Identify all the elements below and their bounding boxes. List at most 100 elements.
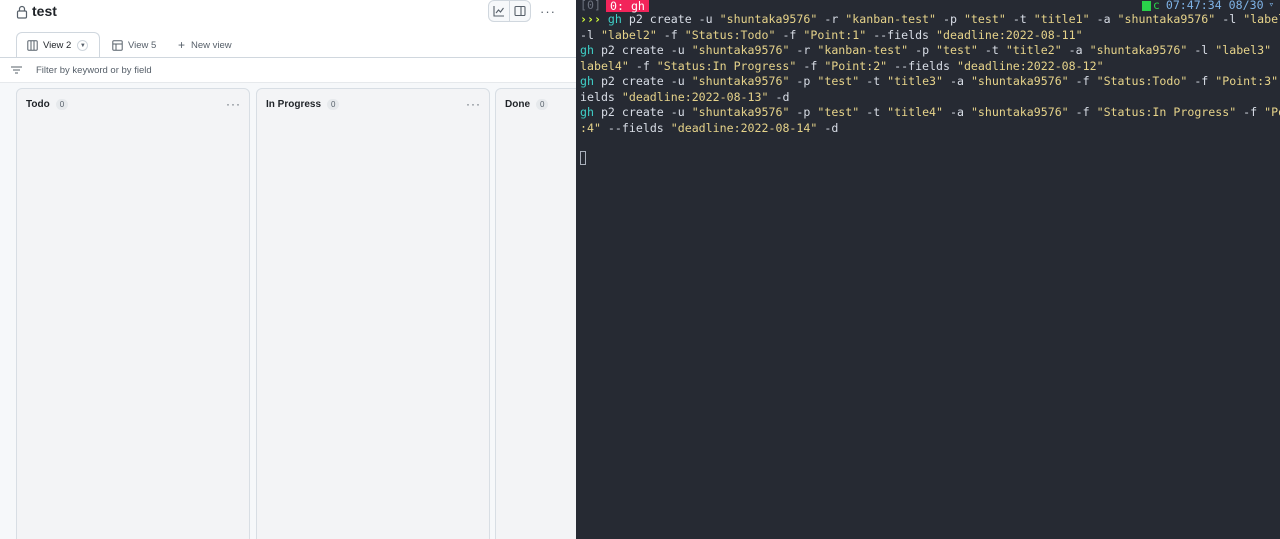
terminal-output: ››› gh p2 create -u "shuntaka9576" -r "k… — [580, 12, 1280, 136]
tab-view-2-label: View 2 — [43, 40, 72, 51]
side-panel-button[interactable] — [509, 0, 531, 22]
terminal-token: -f — [1068, 74, 1097, 88]
terminal-line: -l "label2" -f "Status:Todo" -f "Point:1… — [580, 28, 1280, 44]
terminal-token: -r — [789, 43, 818, 57]
lock-icon — [16, 5, 28, 19]
header-actions: ··· — [486, 0, 559, 22]
terminal-token: "Status:In Progress" — [1096, 105, 1237, 119]
terminal-token: --fields — [600, 120, 671, 135]
column-todo: Todo 0 ··· — [16, 88, 250, 539]
terminal-token: --fields — [866, 27, 937, 42]
project-title: test — [32, 3, 57, 19]
terminal-token: -a — [943, 74, 971, 88]
terminal-token: -p — [936, 12, 964, 26]
terminal-token: "Point:1" — [803, 27, 867, 42]
more-options-button[interactable]: ··· — [537, 0, 559, 22]
terminal-token: -l — [1215, 12, 1244, 26]
tab-view-2[interactable]: View 2 ▼ — [16, 32, 100, 58]
terminal-line: gh p2 create -u "shuntaka9576" -p "test"… — [580, 74, 1280, 90]
terminal-token: -f — [628, 58, 657, 73]
terminal-token: "Point:2" — [824, 58, 888, 73]
insights-button[interactable] — [488, 0, 510, 22]
new-view-label: New view — [191, 39, 232, 51]
terminal-token: "shuntaka9576" — [1117, 12, 1216, 26]
terminal-token: -p — [908, 43, 937, 57]
terminal-token: "test" — [817, 105, 860, 119]
terminal-token: "deadline:2022-08-12" — [956, 58, 1104, 73]
terminal-token: "test" — [817, 74, 860, 88]
filter-bar[interactable]: Filter by keyword or by field — [0, 58, 576, 82]
terminal-pane[interactable]: [0] 0: gh c 07:47:34 08/30 ▿ ››› gh p2 c… — [576, 0, 1280, 539]
terminal-token: -p — [789, 74, 818, 88]
column-menu-icon[interactable]: ··· — [226, 97, 241, 111]
terminal-token: -f — [1187, 74, 1216, 88]
terminal-token: --fields — [887, 58, 957, 73]
terminal-token: p2 create -u — [593, 43, 692, 57]
terminal-token: "test" — [936, 43, 978, 57]
terminal-token: p2 create -u — [621, 12, 720, 26]
battery-icon — [1141, 0, 1151, 11]
table-icon — [112, 39, 123, 51]
new-view-button[interactable]: + New view — [178, 32, 232, 58]
kebab-icon: ··· — [540, 3, 556, 19]
terminal-token: "kanban-test" — [845, 12, 937, 26]
terminal-token: "deadline:2022-08-14" — [670, 120, 818, 135]
terminal-token: -f — [775, 27, 804, 42]
terminal-token: label4" — [580, 58, 629, 73]
terminal-token: "shuntaka9576" — [719, 12, 818, 26]
terminal-token: "label3" — [1215, 43, 1272, 57]
terminal-line: ››› gh p2 create -u "shuntaka9576" -r "k… — [580, 12, 1280, 28]
terminal-token: -l " — [1271, 43, 1280, 57]
window-tab[interactable]: 0: gh — [606, 0, 649, 13]
terminal-token: "shuntaka9576" — [691, 43, 790, 57]
terminal-token: "Status:Todo" — [1096, 74, 1188, 88]
terminal-token: "shuntaka9576" — [691, 74, 790, 88]
chevron-down-icon[interactable]: ▼ — [77, 40, 89, 51]
column-header: Todo 0 — [26, 99, 69, 110]
column-menu-icon[interactable]: ··· — [466, 97, 481, 111]
terminal-token: "Point:3" — [1215, 74, 1279, 88]
terminal-token: "title2" — [1005, 43, 1062, 57]
terminal-token: "deadline:2022-08-13" — [621, 89, 769, 104]
terminal-token: "label1" — [1243, 12, 1280, 26]
terminal-token: -d — [817, 120, 839, 135]
project-header: test ··· — [0, 0, 576, 30]
terminal-cursor — [580, 151, 586, 165]
terminal-token: "shuntaka9576" — [970, 74, 1069, 88]
column-header: Done 0 — [505, 99, 549, 110]
column-done: Done 0 — [495, 88, 576, 539]
terminal-token: -a — [943, 105, 971, 119]
terminal-token: ields — [580, 89, 622, 104]
filter-input[interactable]: Filter by keyword or by field — [36, 65, 152, 76]
terminal-token: "label2" — [600, 27, 657, 42]
board-icon — [27, 40, 38, 51]
terminal-token: "Point — [1264, 105, 1280, 119]
column-title: In Progress — [266, 99, 322, 110]
column-count: 0 — [536, 99, 549, 110]
terminal-token: -l — [1187, 43, 1216, 57]
terminal-line: gh p2 create -u "shuntaka9576" -r "kanba… — [580, 43, 1280, 59]
terminal-token: "test" — [963, 12, 1006, 26]
terminal-line: label4" -f "Status:In Progress" -f "Poin… — [580, 59, 1280, 75]
terminal-token: p2 create -u — [593, 74, 692, 88]
view-tabs: View 2 ▼ View 5 + New view — [0, 32, 576, 58]
kanban-board: Todo 0 ··· In Progress 0 ··· Done 0 — [0, 83, 576, 539]
terminal-token: -p — [789, 105, 818, 119]
terminal-token: gh — [580, 105, 594, 119]
column-title: Done — [505, 99, 530, 110]
terminal-token: -t — [1005, 12, 1034, 26]
column-header: In Progress 0 — [266, 99, 340, 110]
tab-view-5-label: View 5 — [128, 39, 157, 51]
terminal-line: :4" --fields "deadline:2022-08-14" -d — [580, 121, 1280, 137]
terminal-token: "shuntaka9576" — [1089, 43, 1188, 57]
terminal-token: "Status:Todo" — [684, 27, 776, 42]
terminal-token: -a — [1089, 12, 1118, 26]
tab-view-5[interactable]: View 5 — [112, 32, 156, 58]
chart-icon — [493, 6, 504, 17]
terminal-token: -t — [859, 74, 888, 88]
terminal-token: "deadline:2022-08-11" — [936, 27, 1083, 42]
sidebar-icon — [514, 5, 526, 17]
terminal-token: gh — [607, 12, 622, 26]
plus-icon: + — [178, 38, 186, 52]
terminal-token: -f — [656, 27, 685, 42]
